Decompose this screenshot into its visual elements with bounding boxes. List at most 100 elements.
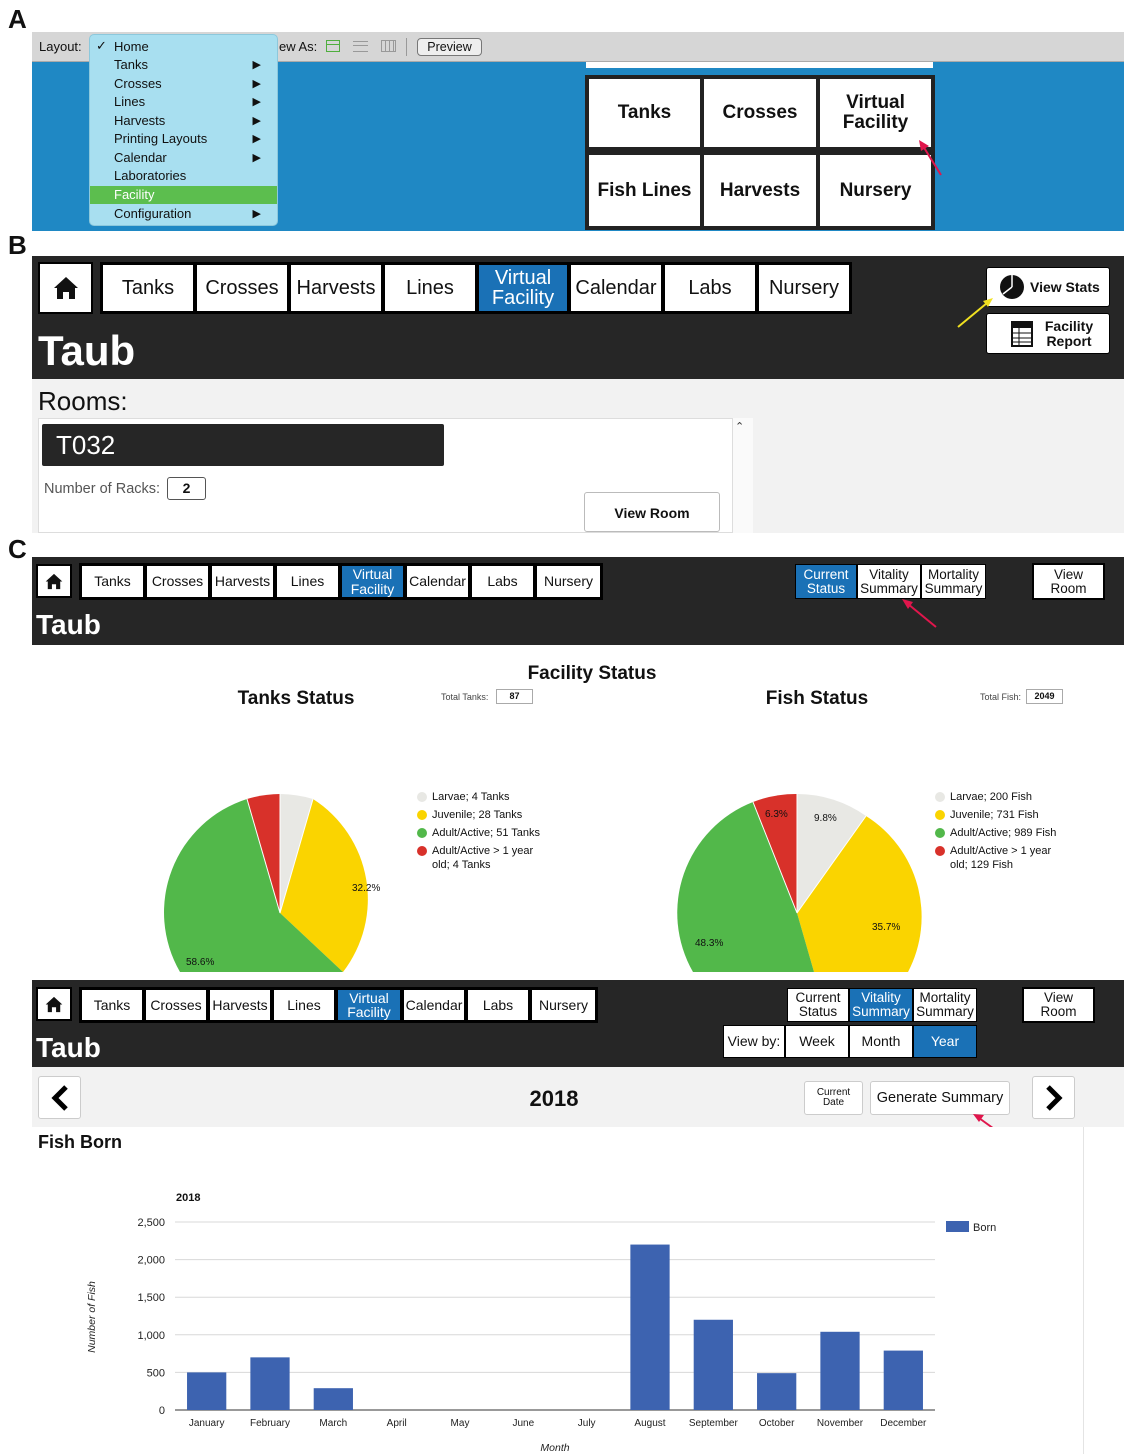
y-tick-label: 1,500	[137, 1292, 165, 1304]
scroll-up-icon[interactable]: ⌃	[735, 420, 744, 433]
legend-item: Adult/Active > 1 year old; 129 Fish	[935, 844, 1065, 872]
menu-item-home[interactable]: Home	[90, 38, 277, 56]
chevron-left-icon	[50, 1084, 68, 1111]
view-by-year[interactable]: Year	[913, 1025, 977, 1058]
tab-nursery[interactable]: Nursery	[536, 565, 601, 598]
scrollbar[interactable]	[732, 418, 753, 533]
y-tick-label: 1,000	[137, 1330, 165, 1342]
menu-item-calendar[interactable]: Calendar ▶	[90, 149, 277, 167]
home-icon	[53, 277, 78, 299]
tab-lines[interactable]: Lines	[384, 264, 476, 312]
tab-calendar[interactable]: Calendar	[570, 264, 662, 312]
tab-crosses[interactable]: Crosses	[196, 264, 288, 312]
tab-nursery[interactable]: Nursery	[531, 989, 596, 1021]
tab-nursery[interactable]: Nursery	[758, 264, 850, 312]
facility-report-button[interactable]: Facility Report	[986, 313, 1110, 354]
tab-current-status[interactable]: Current Status	[787, 988, 849, 1022]
racks-value[interactable]: 2	[167, 477, 206, 500]
facility-name: Taub	[36, 609, 101, 640]
previous-year-button[interactable]	[38, 1076, 81, 1119]
legend-item: Juvenile; 28 Tanks	[417, 808, 547, 822]
pie-chart-icon	[1000, 275, 1024, 299]
list-view-icon[interactable]	[353, 41, 368, 52]
canvas-strip	[586, 62, 933, 68]
tile-harvests[interactable]: Harvests	[702, 153, 818, 228]
form-view-icon[interactable]	[326, 40, 340, 52]
bar-march	[313, 1388, 353, 1410]
tab-labs[interactable]: Labs	[471, 565, 534, 598]
table-view-icon[interactable]	[381, 40, 396, 52]
pie-label: 35.7%	[872, 922, 901, 933]
menu-item-lines[interactable]: Lines ▶	[90, 93, 277, 111]
view-by-week[interactable]: Week	[785, 1025, 849, 1058]
tab-current-status[interactable]: Current Status	[795, 564, 857, 599]
menu-item-tanks[interactable]: Tanks ▶	[90, 56, 277, 74]
home-button[interactable]	[38, 262, 93, 314]
tab-mortality-summary[interactable]: Mortality Summary	[913, 988, 977, 1022]
menu-item-printing-layouts[interactable]: Printing Layouts ▶	[90, 130, 277, 148]
tile-tanks[interactable]: Tanks	[587, 77, 702, 149]
menu-item-laboratories[interactable]: Laboratories	[90, 167, 277, 185]
view-by-label: View by:	[723, 1025, 785, 1058]
tab-tanks[interactable]: Tanks	[81, 989, 143, 1021]
tab-harvests[interactable]: Harvests	[209, 989, 271, 1021]
view-room-button[interactable]: View Room	[1022, 987, 1095, 1023]
tab-virtual-facility[interactable]: Virtual Facility	[341, 565, 404, 598]
tab-vitality-summary[interactable]: Vitality Summary	[857, 564, 921, 599]
tab-crosses[interactable]: Crosses	[145, 989, 207, 1021]
rooms-label: Rooms:	[38, 386, 128, 416]
view-stats-button[interactable]: View Stats	[986, 267, 1110, 307]
tab-labs[interactable]: Labs	[664, 264, 756, 312]
x-axis-label: Month	[540, 1442, 569, 1454]
tile-fish-lines[interactable]: Fish Lines	[587, 153, 702, 228]
menu-item-crosses[interactable]: Crosses ▶	[90, 75, 277, 93]
legend-swatch	[935, 846, 945, 856]
legend-swatch	[417, 846, 427, 856]
view-by-month[interactable]: Month	[849, 1025, 913, 1058]
layout-dropdown-menu[interactable]: ✓ Home Tanks ▶ Crosses ▶ Lines ▶ Harvests ▶ …	[89, 34, 278, 226]
x-tick-label: December	[880, 1418, 927, 1429]
bar-november	[820, 1331, 860, 1410]
submenu-arrow-icon: ▶	[252, 133, 261, 145]
tab-harvests[interactable]: Harvests	[211, 565, 274, 598]
tab-calendar[interactable]: Calendar	[403, 989, 465, 1021]
tab-lines[interactable]: Lines	[276, 565, 339, 598]
legend-item: Larvae; 4 Tanks	[417, 790, 547, 804]
submenu-arrow-icon: ▶	[252, 152, 261, 164]
legend-swatch	[935, 810, 945, 820]
tab-labs[interactable]: Labs	[467, 989, 529, 1021]
tab-virtual-facility[interactable]: Virtual Facility	[478, 264, 568, 312]
menu-item-harvests[interactable]: Harvests ▶	[90, 112, 277, 130]
y-tick-label: 500	[147, 1367, 165, 1379]
view-as-label: ew As:	[279, 39, 318, 54]
pie-label: 58.6%	[186, 957, 215, 968]
tanks-legend: Larvae; 4 Tanks Juvenile; 28 Tanks Adult…	[417, 790, 547, 876]
view-room-button[interactable]: View Room	[584, 492, 720, 532]
tile-crosses[interactable]: Crosses	[702, 77, 818, 149]
tab-calendar[interactable]: Calendar	[406, 565, 469, 598]
tab-vitality-summary[interactable]: Vitality Summary	[849, 988, 913, 1022]
tab-tanks[interactable]: Tanks	[81, 565, 144, 598]
preview-button[interactable]: Preview	[417, 38, 482, 56]
bar-august	[630, 1244, 670, 1410]
tab-harvests[interactable]: Harvests	[290, 264, 382, 312]
next-year-button[interactable]	[1032, 1076, 1075, 1119]
total-tanks-label: Total Tanks:	[441, 692, 489, 702]
tab-tanks[interactable]: Tanks	[102, 264, 194, 312]
menu-item-configuration[interactable]: Configuration ▶	[90, 205, 277, 223]
y-tick-label: 2,500	[137, 1217, 165, 1229]
home-button[interactable]	[36, 987, 72, 1021]
menu-item-facility[interactable]: Facility	[90, 186, 277, 204]
tab-virtual-facility[interactable]: Virtual Facility	[337, 989, 401, 1021]
home-button[interactable]	[36, 564, 72, 598]
tab-crosses[interactable]: Crosses	[146, 565, 209, 598]
tab-mortality-summary[interactable]: Mortality Summary	[921, 564, 986, 599]
generate-summary-button[interactable]: Generate Summary	[870, 1081, 1010, 1115]
total-fish-label: Total Fish:	[980, 692, 1022, 702]
bar-january	[187, 1372, 227, 1410]
view-room-button[interactable]: View Room	[1032, 563, 1105, 600]
current-date-button[interactable]: Current Date	[804, 1081, 863, 1115]
tab-lines[interactable]: Lines	[273, 989, 335, 1021]
room-name[interactable]: T032	[42, 424, 444, 466]
total-tanks-value: 87	[496, 689, 533, 704]
